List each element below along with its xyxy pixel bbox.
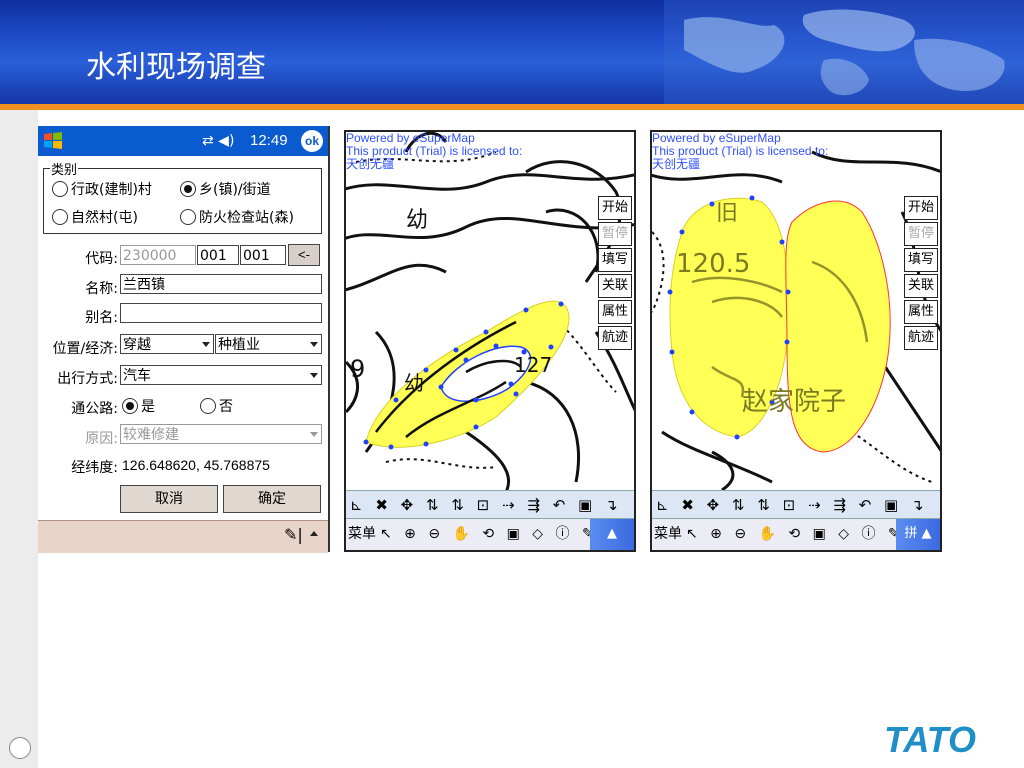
menu-button[interactable]: 菜单 <box>348 526 376 542</box>
travel-label: 出行方式: <box>57 371 118 387</box>
coords-value: 126.648620, 45.768875 <box>122 457 270 473</box>
header-accent-stripe <box>0 104 1024 110</box>
input-panel-toggle[interactable]: ▲ <box>590 519 634 550</box>
windows-start-icon[interactable] <box>42 130 64 152</box>
map-label: 120.5 <box>676 249 750 279</box>
road-label: 通公路: <box>71 401 118 417</box>
link-button[interactable]: 关联 <box>904 274 938 298</box>
chevron-down-icon <box>310 432 318 437</box>
name-field[interactable]: 兰西镇 <box>120 274 322 294</box>
code-field-2[interactable]: 001 <box>197 245 239 265</box>
category-group: 类别 行政(建制)村 乡(镇)/街道 自然村(屯) 防火检查站(森) <box>43 159 322 234</box>
reason-select[interactable]: 较难修建 <box>120 424 322 444</box>
position-select[interactable]: 穿越 <box>120 334 214 354</box>
pda-form-window: ⇄ ◀) 12:49 ok 类别 行政(建制)村 乡(镇)/街道 自然村(屯) … <box>38 126 330 553</box>
road-yes-option[interactable]: 是 <box>122 396 155 416</box>
fill-button[interactable]: 填写 <box>598 248 632 272</box>
input-panel-toggle[interactable]: 拼 ▲ <box>896 519 940 550</box>
category-option-admin-village[interactable]: 行政(建制)村 <box>52 179 152 199</box>
keyboard-icon[interactable]: ✎| <box>284 525 303 544</box>
radio-icon <box>52 209 68 225</box>
pda-bottom-bar: ✎| <box>38 520 328 553</box>
code-back-button[interactable]: <- <box>288 244 320 266</box>
chevron-down-icon <box>310 373 318 378</box>
reason-select-value: 较难修建 <box>123 427 179 443</box>
map-label: 旧 <box>716 201 738 226</box>
world-map-decoration <box>664 0 1024 104</box>
menu-button[interactable]: 菜单 <box>654 526 682 542</box>
slide-title: 水利现场调查 <box>86 50 266 85</box>
road-no-option[interactable]: 否 <box>200 396 233 416</box>
position-select-value: 穿越 <box>123 337 151 353</box>
category-legend: 类别 <box>50 159 79 178</box>
pause-button[interactable]: 暂停 <box>598 222 632 246</box>
nav-tool-icons[interactable]: ↖ ⊕ ⊖ ✋ ⟲ ▣ ◇ ⓘ ✎ <box>380 526 598 542</box>
map-credit: Powered by eSuperMap This product (Trial… <box>652 131 829 171</box>
category-option-township[interactable]: 乡(镇)/街道 <box>180 179 271 199</box>
position-label: 位置/经济: <box>52 341 118 357</box>
radio-icon <box>200 398 216 414</box>
connectivity-volume-icon[interactable]: ⇄ ◀) <box>202 133 234 149</box>
travel-select-value: 汽车 <box>123 368 151 384</box>
radio-icon <box>180 209 196 225</box>
chevron-down-icon <box>310 342 318 347</box>
clock-text: 12:49 <box>250 132 288 149</box>
coords-label: 经纬度: <box>71 460 118 476</box>
economy-select[interactable]: 种植业 <box>215 334 322 354</box>
svg-text:TATO: TATO <box>884 719 976 758</box>
edit-toolbar[interactable]: ⊾ ✖ ✥ ⇅ ⇅ ⊡ ⇢ ⇶ ↶ ▣ ↴ <box>346 490 634 518</box>
nav-tool-icons[interactable]: ↖ ⊕ ⊖ ✋ ⟲ ▣ ◇ ⓘ ✎ <box>686 526 904 542</box>
slide-nav-circle[interactable] <box>9 737 31 759</box>
edit-toolbar[interactable]: ⊾ ✖ ✥ ⇅ ⇅ ⊡ ⇢ ⇶ ↶ ▣ ↴ <box>652 490 940 518</box>
fill-button[interactable]: 填写 <box>904 248 938 272</box>
start-button[interactable]: 开始 <box>598 196 632 220</box>
map-panel-left: 幼 幼 9 127 Powered by eSuperMap This prod… <box>344 130 636 552</box>
track-button[interactable]: 航迹 <box>598 326 632 350</box>
alias-label: 别名: <box>85 310 118 326</box>
topographic-map-right[interactable]: 120.5 赵家院子 旧 <box>652 132 940 490</box>
category-option-natural-village[interactable]: 自然村(屯) <box>52 207 138 227</box>
code-field-3[interactable]: 001 <box>240 245 286 265</box>
economy-select-value: 种植业 <box>218 337 260 353</box>
nav-toolbar: 菜单 ↖ ⊕ ⊖ ✋ ⟲ ▣ ◇ ⓘ ✎ ▲ <box>346 518 634 550</box>
reason-label: 原因: <box>85 431 118 447</box>
map-label: 9 <box>350 355 365 383</box>
radio-selected-icon <box>122 398 138 414</box>
chevron-up-icon[interactable] <box>310 531 318 536</box>
cancel-button[interactable]: 取消 <box>120 485 218 513</box>
chevron-down-icon <box>202 342 210 347</box>
map-label: 幼 <box>404 371 424 395</box>
alias-field[interactable] <box>120 303 322 323</box>
confirm-button[interactable]: 确定 <box>223 485 321 513</box>
pause-button[interactable]: 暂停 <box>904 222 938 246</box>
attribute-button[interactable]: 属性 <box>904 300 938 324</box>
map-label: 127 <box>514 353 552 377</box>
name-label: 名称: <box>85 281 118 297</box>
pda-titlebar: ⇄ ◀) 12:49 ok <box>38 126 328 156</box>
map-side-buttons: 开始 暂停 填写 关联 属性 航迹 <box>598 196 634 352</box>
track-button[interactable]: 航迹 <box>904 326 938 350</box>
category-option-fire-station[interactable]: 防火检查站(森) <box>180 207 294 227</box>
map-side-buttons: 开始 暂停 填写 关联 属性 航迹 <box>904 196 940 352</box>
tato-logo: TATO <box>884 719 976 758</box>
map-credit: Powered by eSuperMap This product (Trial… <box>346 131 523 171</box>
ok-button[interactable]: ok <box>301 130 323 152</box>
start-button[interactable]: 开始 <box>904 196 938 220</box>
map-label: 幼 <box>406 208 428 233</box>
code-label: 代码: <box>85 251 118 267</box>
map-label: 赵家院子 <box>742 387 846 417</box>
map-panel-right: 120.5 赵家院子 旧 Powered by eSuperMap This p… <box>650 130 942 552</box>
nav-toolbar: 菜单 ↖ ⊕ ⊖ ✋ ⟲ ▣ ◇ ⓘ ✎ 拼 ▲ <box>652 518 940 550</box>
topographic-map-left[interactable]: 幼 幼 9 127 <box>346 132 634 490</box>
code-field-1[interactable]: 230000 <box>120 245 196 265</box>
attribute-button[interactable]: 属性 <box>598 300 632 324</box>
radio-icon <box>52 181 68 197</box>
slide-side-strip <box>0 110 38 768</box>
travel-select[interactable]: 汽车 <box>120 365 322 385</box>
link-button[interactable]: 关联 <box>598 274 632 298</box>
radio-selected-icon <box>180 181 196 197</box>
